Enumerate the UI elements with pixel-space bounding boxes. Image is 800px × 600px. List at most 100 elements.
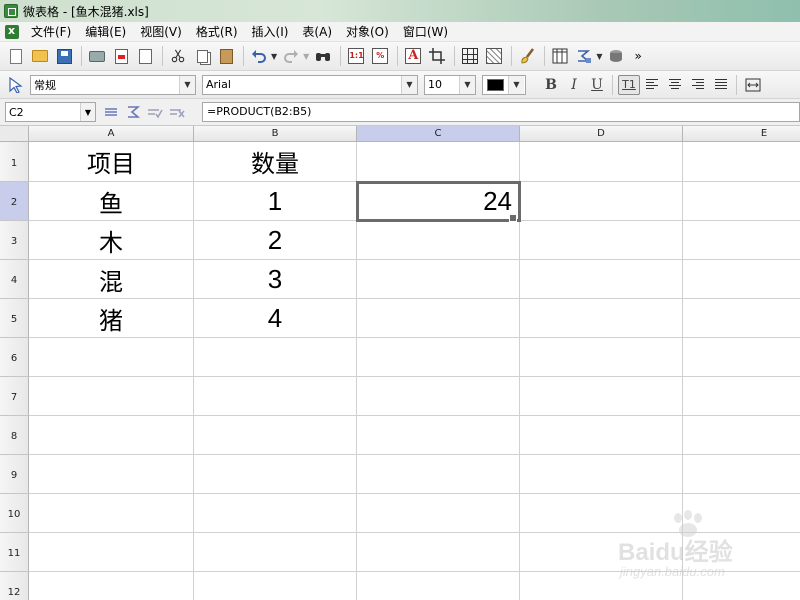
font-select[interactable]: Arial ▼ [202,74,418,95]
chevron-down-icon[interactable]: ▼ [508,75,524,94]
cancel-button[interactable] [166,102,188,122]
cell-c5[interactable] [357,299,520,338]
percent-button[interactable]: % [370,46,390,66]
name-box[interactable]: C2 ▼ [5,102,96,122]
menu-view[interactable]: 视图(V) [140,23,182,40]
cell-e3[interactable] [683,221,800,260]
cell-d2[interactable] [520,182,683,221]
sum-button[interactable] [574,46,594,66]
cell-a4[interactable]: 混 [29,260,194,299]
cell-a3[interactable]: 木 [29,221,194,260]
cell-e2[interactable] [683,182,800,221]
undo-dropdown-icon[interactable]: ▼ [271,52,277,61]
text-box-button[interactable]: A [403,46,423,66]
save-button[interactable] [54,46,74,66]
cell-b5[interactable]: 4 [194,299,357,338]
cell-a9[interactable] [29,455,194,494]
cell-b12[interactable] [194,572,357,600]
crop-button[interactable] [427,46,447,66]
menu-window[interactable]: 窗口(W) [403,23,448,40]
select-pointer-button[interactable] [6,75,26,95]
cell-a7[interactable] [29,377,194,416]
cell-e8[interactable] [683,416,800,455]
cell-b3[interactable]: 2 [194,221,357,260]
cell-d8[interactable] [520,416,683,455]
cell-a6[interactable] [29,338,194,377]
menu-object[interactable]: 对象(O) [346,23,389,40]
menu-insert[interactable]: 插入(I) [252,23,289,40]
row-header-4[interactable]: 4 [0,260,29,299]
column-header-d[interactable]: D [520,126,683,142]
row-header-6[interactable]: 6 [0,338,29,377]
cell-c2[interactable]: 24 [357,182,520,221]
cell-e6[interactable] [683,338,800,377]
column-chart-button[interactable] [550,46,570,66]
bold-button[interactable]: B [540,75,562,95]
chevron-down-icon[interactable]: ▼ [179,75,195,94]
cell-a8[interactable] [29,416,194,455]
row-header-5[interactable]: 5 [0,299,29,338]
align-justify-button[interactable] [710,75,732,95]
cell-a12[interactable] [29,572,194,600]
open-button[interactable] [30,46,50,66]
cell-c12[interactable] [357,572,520,600]
cell-c10[interactable] [357,494,520,533]
align-center-button[interactable] [664,75,686,95]
cell-b4[interactable]: 3 [194,260,357,299]
borders-button[interactable] [460,46,480,66]
formula-input[interactable]: =PRODUCT(B2:B5) [202,102,800,122]
cell-c7[interactable] [357,377,520,416]
column-header-b[interactable]: B [194,126,357,142]
row-header-11[interactable]: 11 [0,533,29,572]
cell-a10[interactable] [29,494,194,533]
cell-c3[interactable] [357,221,520,260]
column-header-e[interactable]: E [683,126,800,142]
function-list-button[interactable] [100,102,122,122]
format-painter-button[interactable] [517,46,537,66]
row-header-12[interactable]: 12 [0,572,29,600]
menu-table[interactable]: 表(A) [302,23,332,40]
column-header-c[interactable]: C [357,126,520,142]
cell-b1[interactable]: 数量 [194,142,357,182]
italic-button[interactable]: I [563,75,585,95]
chevron-down-icon[interactable]: ▼ [80,103,95,121]
chevron-down-icon[interactable]: ▼ [401,75,417,94]
cell-a2[interactable]: 鱼 [29,182,194,221]
cell-a11[interactable] [29,533,194,572]
cell-a5[interactable]: 猪 [29,299,194,338]
cell-b10[interactable] [194,494,357,533]
redo-button[interactable] [281,46,301,66]
cell-b7[interactable] [194,377,357,416]
cell-c8[interactable] [357,416,520,455]
cell-e5[interactable] [683,299,800,338]
style-select[interactable]: 常规 ▼ [30,74,196,95]
redo-dropdown-icon[interactable]: ▼ [303,52,309,61]
new-button[interactable] [6,46,26,66]
export-pdf-button[interactable] [111,46,131,66]
cell-b9[interactable] [194,455,357,494]
row-header-10[interactable]: 10 [0,494,29,533]
copy-button[interactable] [192,46,212,66]
toolbar-overflow[interactable]: » [634,49,641,63]
underline-button[interactable]: U [586,75,608,95]
print-preview-button[interactable] [135,46,155,66]
cell-c6[interactable] [357,338,520,377]
cell-b6[interactable] [194,338,357,377]
select-all-corner[interactable] [0,126,29,142]
undo-button[interactable] [249,46,269,66]
cell-c1[interactable] [357,142,520,182]
cell-d9[interactable] [520,455,683,494]
document-icon[interactable] [5,24,19,39]
align-right-button[interactable] [687,75,709,95]
cell-d1[interactable] [520,142,683,182]
menu-edit[interactable]: 编辑(E) [85,23,126,40]
cell-d5[interactable] [520,299,683,338]
wrap-text-button[interactable]: T1 [618,74,640,95]
cell-d4[interactable] [520,260,683,299]
fill-handle[interactable] [509,214,517,222]
cell-c11[interactable] [357,533,520,572]
find-button[interactable] [313,46,333,66]
align-left-button[interactable] [641,75,663,95]
row-header-3[interactable]: 3 [0,221,29,260]
cell-b11[interactable] [194,533,357,572]
